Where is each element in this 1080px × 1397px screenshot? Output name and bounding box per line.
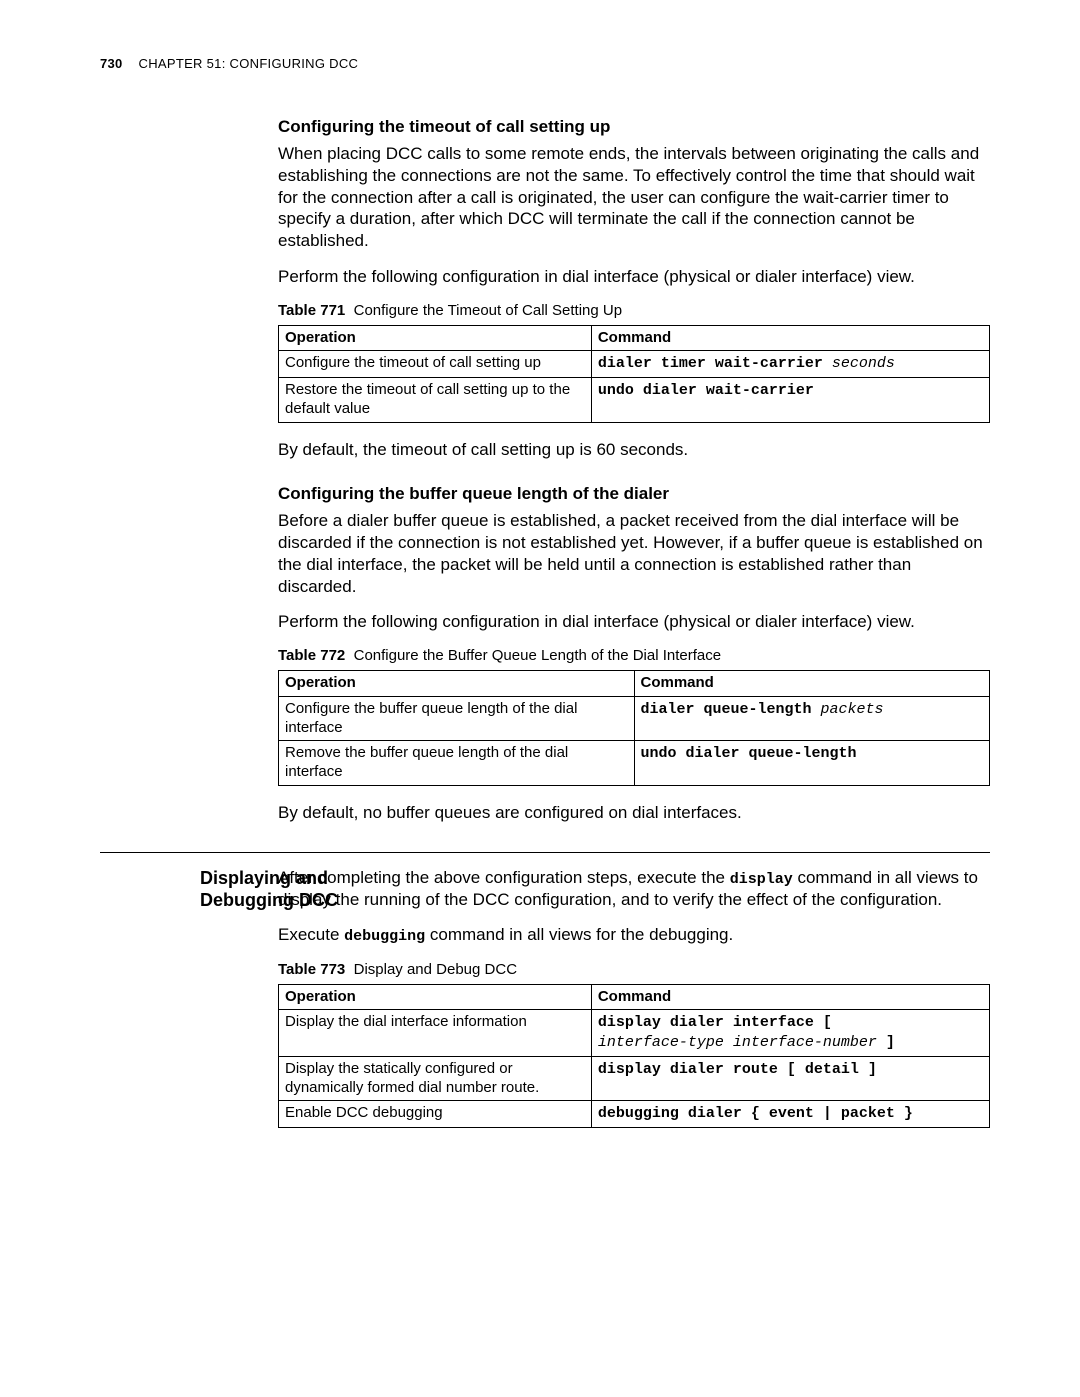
th-command: Command [634, 671, 990, 697]
page: 730 CHAPTER 51: CONFIGURING DCC Configur… [0, 0, 1080, 1397]
table-header-row: Operation Command [279, 325, 990, 351]
section-title-buffer: Configuring the buffer queue length of t… [278, 484, 990, 504]
cell-cmd: undo dialer queue-length [634, 741, 990, 786]
table-buffer: Operation Command Configure the buffer q… [278, 670, 990, 786]
cell-op: Display the dial interface information [279, 1010, 592, 1057]
cell-cmd: debugging dialer { event | packet } [591, 1101, 989, 1128]
table-row: Enable DCC debugging debugging dialer { … [279, 1101, 990, 1128]
table-caption-text: Configure the Timeout of Call Setting Up [354, 302, 622, 319]
cell-op: Display the statically configured or dyn… [279, 1056, 592, 1101]
paragraph: By default, no buffer queues are configu… [278, 802, 990, 824]
main-column: Configuring the timeout of call setting … [278, 117, 990, 824]
cell-op: Enable DCC debugging [279, 1101, 592, 1128]
cell-cmd: undo dialer wait-carrier [591, 378, 989, 423]
table-row: Restore the timeout of call setting up t… [279, 378, 990, 423]
table-row: Configure the buffer queue length of the… [279, 696, 990, 741]
th-command: Command [591, 325, 989, 351]
section-display-debug: Displaying and Debugging DCC After compl… [100, 867, 990, 1129]
cell-cmd: display dialer route [ detail ] [591, 1056, 989, 1101]
paragraph: Perform the following configuration in d… [278, 266, 990, 288]
chapter-label: CHAPTER 51: CONFIGURING DCC [139, 56, 359, 71]
th-operation: Operation [279, 671, 635, 697]
table-label: Table 771 [278, 302, 345, 319]
table-timeout: Operation Command Configure the timeout … [278, 325, 990, 423]
th-operation: Operation [279, 325, 592, 351]
table-caption-text: Configure the Buffer Queue Length of the… [354, 647, 721, 664]
table-caption-text: Display and Debug DCC [354, 961, 517, 978]
table-row: Configure the timeout of call setting up… [279, 351, 990, 378]
table-caption: Table 771 Configure the Timeout of Call … [278, 302, 990, 319]
th-operation: Operation [279, 984, 592, 1010]
table-row: Display the dial interface information d… [279, 1010, 990, 1057]
paragraph: After completing the above configuration… [278, 867, 990, 911]
cell-op: Remove the buffer queue length of the di… [279, 741, 635, 786]
cell-cmd: display dialer interface [ interface-typ… [591, 1010, 989, 1057]
paragraph: Perform the following configuration in d… [278, 611, 990, 633]
table-header-row: Operation Command [279, 984, 990, 1010]
th-command: Command [591, 984, 989, 1010]
paragraph: Execute debugging command in all views f… [278, 924, 990, 946]
table-header-row: Operation Command [279, 671, 990, 697]
paragraph: When placing DCC calls to some remote en… [278, 143, 990, 252]
cell-op: Configure the buffer queue length of the… [279, 696, 635, 741]
cell-op: Restore the timeout of call setting up t… [279, 378, 592, 423]
cell-cmd: dialer queue-length packets [634, 696, 990, 741]
table-row: Display the statically configured or dyn… [279, 1056, 990, 1101]
table-caption: Table 773 Display and Debug DCC [278, 961, 990, 978]
table-label: Table 772 [278, 647, 345, 664]
cell-cmd: dialer timer wait-carrier seconds [591, 351, 989, 378]
paragraph: By default, the timeout of call setting … [278, 439, 990, 461]
page-number: 730 [100, 56, 123, 71]
paragraph: Before a dialer buffer queue is establis… [278, 510, 990, 597]
table-row: Remove the buffer queue length of the di… [279, 741, 990, 786]
main-column: After completing the above configuration… [278, 867, 990, 1129]
section-title-timeout: Configuring the timeout of call setting … [278, 117, 990, 137]
table-label: Table 773 [278, 961, 345, 978]
side-heading: Displaying and Debugging DCC [200, 867, 370, 912]
running-head: 730 CHAPTER 51: CONFIGURING DCC [100, 56, 990, 71]
table-caption: Table 772 Configure the Buffer Queue Len… [278, 647, 990, 664]
table-display-debug: Operation Command Display the dial inter… [278, 984, 990, 1129]
section-divider [100, 852, 990, 853]
cell-op: Configure the timeout of call setting up [279, 351, 592, 378]
